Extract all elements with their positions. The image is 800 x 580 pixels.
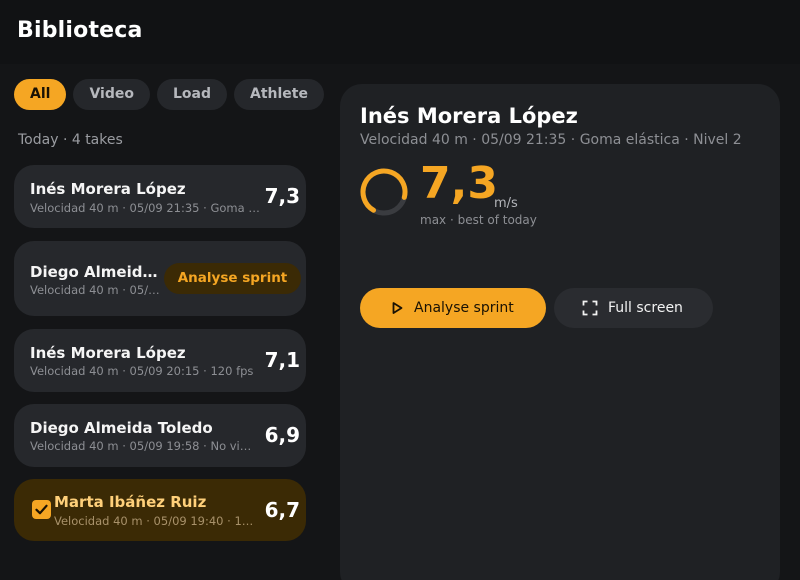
take-card-selected[interactable]: Marta Ibáñez Ruiz Velocidad 40 m · 05/09… xyxy=(14,479,306,541)
take-athlete-name: Marta Ibáñez Ruiz xyxy=(54,493,207,511)
take-meta: Velocidad 40 m · 05/09 19:58 · No video xyxy=(30,439,255,453)
detail-caption: max · best of today xyxy=(420,213,537,227)
full-screen-button[interactable]: Full screen xyxy=(554,288,713,328)
gauge-ring-icon xyxy=(360,168,408,216)
detail-meta: Velocidad 40 m · 05/09 21:35 · Goma elás… xyxy=(360,132,742,148)
detail-athlete-name: Inés Morera López xyxy=(360,104,578,128)
take-meta: Velocidad 40 m · 05/09 20:15 · 120 fps xyxy=(30,364,254,378)
detail-value: 7,3 xyxy=(420,158,498,209)
take-meta: Velocidad 40 m · 05/09 21:00 xyxy=(30,283,160,297)
take-athlete-name: Diego Almeida Toledo xyxy=(30,419,213,437)
analyse-sprint-button[interactable]: Analyse sprint xyxy=(360,288,546,328)
app-title: Biblioteca xyxy=(17,18,143,43)
take-athlete-name: Inés Morera López xyxy=(30,344,186,362)
take-card[interactable]: Diego Almeida Toledo Velocidad 40 m · 05… xyxy=(14,404,306,467)
filter-chip-load[interactable]: Load xyxy=(156,79,227,110)
filter-chip-all[interactable]: All xyxy=(14,79,67,110)
app-header: Biblioteca xyxy=(0,0,800,64)
check-icon xyxy=(35,504,48,515)
take-card[interactable]: Diego Almeida Toledo Velocidad 40 m · 05… xyxy=(14,241,306,316)
analyse-sprint-button[interactable]: Analyse sprint xyxy=(164,263,301,294)
filter-chips: All Video Load Athlete xyxy=(14,79,324,110)
take-value: 6,9 xyxy=(264,423,300,447)
fullscreen-icon xyxy=(582,300,598,316)
take-card[interactable]: Inés Morera López Velocidad 40 m · 05/09… xyxy=(14,329,306,392)
take-detail-panel: Inés Morera López Velocidad 40 m · 05/09… xyxy=(340,84,780,580)
take-card[interactable]: Inés Morera López Velocidad 40 m · 05/09… xyxy=(14,165,306,228)
section-label: Today · 4 takes xyxy=(18,132,123,148)
analyse-sprint-label: Analyse sprint xyxy=(414,300,514,316)
take-value: 7,3 xyxy=(264,184,300,208)
take-athlete-name: Diego Almeida Toledo xyxy=(30,263,163,281)
take-athlete-name: Inés Morera López xyxy=(30,180,186,198)
take-value: 7,1 xyxy=(264,348,300,372)
full-screen-label: Full screen xyxy=(608,300,683,316)
take-meta: Velocidad 40 m · 05/09 21:35 · Goma elás… xyxy=(30,201,260,215)
filter-chip-video[interactable]: Video xyxy=(73,79,150,110)
detail-unit: m/s xyxy=(494,196,518,211)
filter-chip-athlete[interactable]: Athlete xyxy=(233,79,324,110)
take-value: 6,7 xyxy=(264,498,300,522)
play-icon xyxy=(390,301,404,315)
take-meta: Velocidad 40 m · 05/09 19:40 · 120 fps xyxy=(54,514,256,528)
take-checkbox[interactable] xyxy=(32,500,51,519)
